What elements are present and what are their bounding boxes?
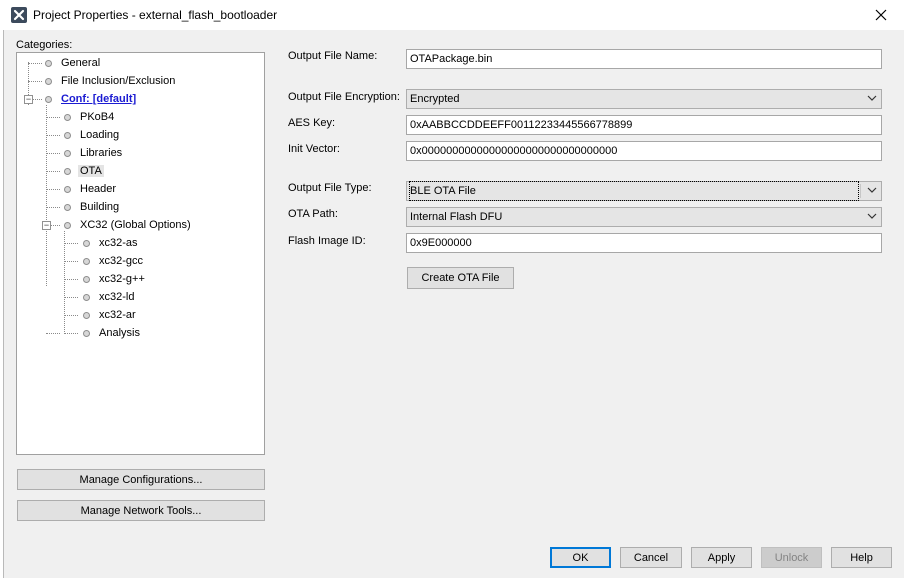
cancel-button[interactable]: Cancel xyxy=(620,547,682,568)
output-file-encryption-label: Output File Encryption: xyxy=(288,91,400,103)
tree-item-general[interactable]: General xyxy=(45,54,100,72)
tree-node-icon xyxy=(45,60,52,67)
tree-item-xc32-gcc[interactable]: xc32-gcc xyxy=(83,252,143,270)
collapse-toggle-icon[interactable]: − xyxy=(24,95,33,104)
tree-item-xc32-ld[interactable]: xc32-ld xyxy=(83,288,134,306)
tree-node-icon xyxy=(64,186,71,193)
tree-node-icon xyxy=(45,96,52,103)
output-file-type-label: Output File Type: xyxy=(288,182,372,194)
output-file-name-input[interactable]: OTAPackage.bin xyxy=(406,49,882,69)
tree-guide-line xyxy=(28,81,42,82)
tree-node-icon xyxy=(83,330,90,337)
tree-node-icon xyxy=(83,312,90,319)
netbeans-x-icon xyxy=(11,7,27,23)
close-icon xyxy=(875,9,887,21)
tree-item-analysis[interactable]: Analysis xyxy=(83,324,140,342)
tree-node-icon xyxy=(45,78,52,85)
tree-item-conf-default[interactable]: Conf: [default] xyxy=(45,90,136,108)
tree-guide-line xyxy=(28,63,42,64)
ok-button[interactable]: OK xyxy=(550,547,611,568)
tree-item-xc32-as[interactable]: xc32-as xyxy=(83,234,138,252)
tree-guide-line xyxy=(64,231,65,334)
tree-node-icon xyxy=(83,258,90,265)
aes-key-input[interactable]: 0xAABBCCDDEEFF00112233445566778899 xyxy=(406,115,882,135)
tree-item-xc32-ar[interactable]: xc32-ar xyxy=(83,306,136,324)
tree-guide-line xyxy=(46,105,47,286)
create-ota-file-button[interactable]: Create OTA File xyxy=(407,267,514,289)
tree-node-icon xyxy=(64,150,71,157)
init-vector-label: Init Vector: xyxy=(288,143,340,155)
categories-label: Categories: xyxy=(16,39,73,51)
tree-guide-line xyxy=(46,153,60,154)
select-separator xyxy=(860,184,861,198)
tree-item-header[interactable]: Header xyxy=(64,180,116,198)
tree-guide-line xyxy=(46,117,60,118)
tree-item-building[interactable]: Building xyxy=(64,198,119,216)
categories-tree[interactable]: − − General File Inclusion/Exclusion Con… xyxy=(16,52,265,455)
tree-node-icon xyxy=(83,294,90,301)
output-file-encryption-value: Encrypted xyxy=(410,93,460,105)
manage-network-tools-button[interactable]: Manage Network Tools... xyxy=(17,500,265,521)
tree-guide-line xyxy=(64,243,78,244)
tree-item-file-inclusion[interactable]: File Inclusion/Exclusion xyxy=(45,72,175,90)
tree-item-ota[interactable]: OTA xyxy=(64,162,104,180)
tree-node-icon xyxy=(64,168,71,175)
tree-guide-line xyxy=(64,261,78,262)
window-title: Project Properties - external_flash_boot… xyxy=(33,8,278,22)
tree-guide-line xyxy=(64,333,78,334)
output-file-type-select[interactable]: BLE OTA File xyxy=(406,181,882,201)
tree-guide-line xyxy=(64,279,78,280)
output-file-type-value: BLE OTA File xyxy=(409,181,859,201)
help-button[interactable]: Help xyxy=(831,547,892,568)
collapse-toggle-icon[interactable]: − xyxy=(42,221,51,230)
ota-path-select[interactable]: Internal Flash DFU xyxy=(406,207,882,227)
close-button[interactable] xyxy=(858,0,904,30)
tree-node-icon xyxy=(83,276,90,283)
unlock-button: Unlock xyxy=(761,547,822,568)
apply-button[interactable]: Apply xyxy=(691,547,752,568)
aes-key-label: AES Key: xyxy=(288,117,336,129)
ota-path-value: Internal Flash DFU xyxy=(410,211,503,223)
tree-guide-line xyxy=(46,135,60,136)
output-file-encryption-select[interactable]: Encrypted xyxy=(406,89,882,109)
tree-guide-line xyxy=(46,207,60,208)
ota-path-label: OTA Path: xyxy=(288,208,338,220)
tree-guide-line xyxy=(46,171,60,172)
tree-node-icon xyxy=(64,132,71,139)
flash-image-id-label: Flash Image ID: xyxy=(288,235,366,247)
tree-item-libraries[interactable]: Libraries xyxy=(64,144,122,162)
tree-guide-line xyxy=(64,297,78,298)
tree-guide-line xyxy=(51,225,60,226)
tree-item-xc32-global[interactable]: XC32 (Global Options) xyxy=(64,216,191,234)
background-window-edge xyxy=(0,30,4,578)
tree-item-pkob4[interactable]: PKoB4 xyxy=(64,108,114,126)
output-file-name-label: Output File Name: xyxy=(288,50,378,62)
tree-guide-line xyxy=(46,333,60,334)
manage-configurations-button[interactable]: Manage Configurations... xyxy=(17,469,265,490)
tree-node-icon xyxy=(64,222,71,229)
tree-guide-line xyxy=(46,189,60,190)
chevron-down-icon xyxy=(867,213,877,219)
tree-item-xc32-gpp[interactable]: xc32-g++ xyxy=(83,270,145,288)
tree-node-icon xyxy=(83,240,90,247)
chevron-down-icon xyxy=(867,95,877,101)
flash-image-id-input[interactable]: 0x9E000000 xyxy=(406,233,882,253)
tree-guide-line xyxy=(64,315,78,316)
tree-node-icon xyxy=(64,204,71,211)
init-vector-input[interactable]: 0x00000000000000000000000000000000 xyxy=(406,141,882,161)
tree-item-loading[interactable]: Loading xyxy=(64,126,119,144)
chevron-down-icon xyxy=(867,187,877,193)
title-bar: Project Properties - external_flash_boot… xyxy=(0,0,904,30)
tree-node-icon xyxy=(64,114,71,121)
tree-guide-line xyxy=(33,99,42,100)
